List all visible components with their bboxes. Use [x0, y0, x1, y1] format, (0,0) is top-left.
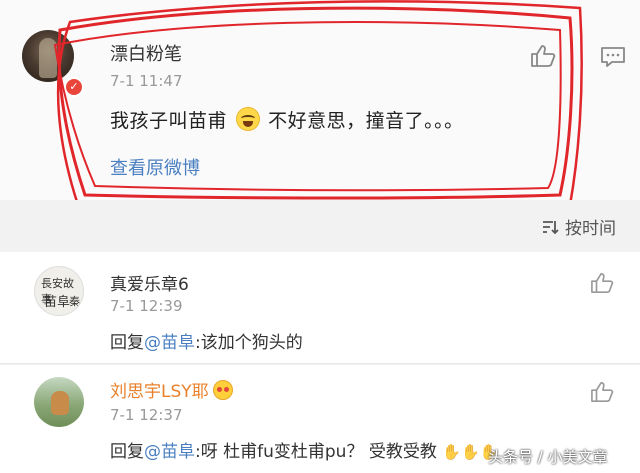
sort-by-time-button[interactable]: 按时间 [541, 214, 616, 239]
commenter-name[interactable]: 真爱乐章6 [110, 270, 189, 295]
comment-text: 回复@苗阜:呀 杜甫fu变杜甫pu？ 受教受教 ✋✋✋ [110, 442, 499, 462]
comment-text: 回复@苗阜:该加个狗头的 [110, 333, 303, 353]
commenter-name[interactable]: 刘思宇LSY耶 [110, 377, 233, 402]
comment-like-icon[interactable] [590, 272, 614, 299]
sort-label: 按时间 [565, 219, 616, 239]
post-time: 7-1 11:47 [110, 72, 183, 90]
fan-badge-icon [212, 380, 233, 400]
sort-bar: 按时间 [0, 200, 640, 250]
author-name[interactable]: 漂白粉笔 [110, 40, 182, 66]
mention-link[interactable]: @苗阜 [144, 442, 195, 462]
comment-item: 長安故事 苗阜 秦 真爱乐章6 7-1 12:39 回复@苗阜:该加个狗头的 [0, 252, 640, 364]
post-text-before: 我孩子叫苗甫 [110, 110, 228, 132]
mention-link[interactable]: @苗阜 [144, 333, 195, 353]
author-avatar[interactable] [22, 30, 74, 82]
laugh-cry-emoji-icon [235, 107, 260, 131]
view-original-link[interactable]: 查看原微博 [110, 154, 200, 180]
sort-icon [543, 220, 559, 234]
post-content: 我孩子叫苗甫 不好意思，撞音了。。。 [110, 106, 464, 133]
post-text-after: 不好意思，撞音了。。。 [268, 110, 464, 132]
commenter-avatar[interactable] [34, 377, 84, 427]
comment-time: 7-1 12:39 [110, 297, 183, 315]
comment-like-icon[interactable] [590, 381, 614, 408]
watermark: 头条号 / 小美文章 [488, 448, 608, 466]
comment-icon[interactable] [600, 46, 626, 73]
verified-badge-icon: ✓ [64, 77, 84, 97]
like-icon[interactable] [530, 44, 556, 73]
comment-time: 7-1 12:37 [110, 406, 183, 424]
commenter-avatar[interactable]: 長安故事 苗阜 秦 [34, 266, 84, 316]
original-post-card: ✓ 漂白粉笔 7-1 11:47 我孩子叫苗甫 不好意思，撞音了。。。 查看原微… [0, 0, 640, 200]
